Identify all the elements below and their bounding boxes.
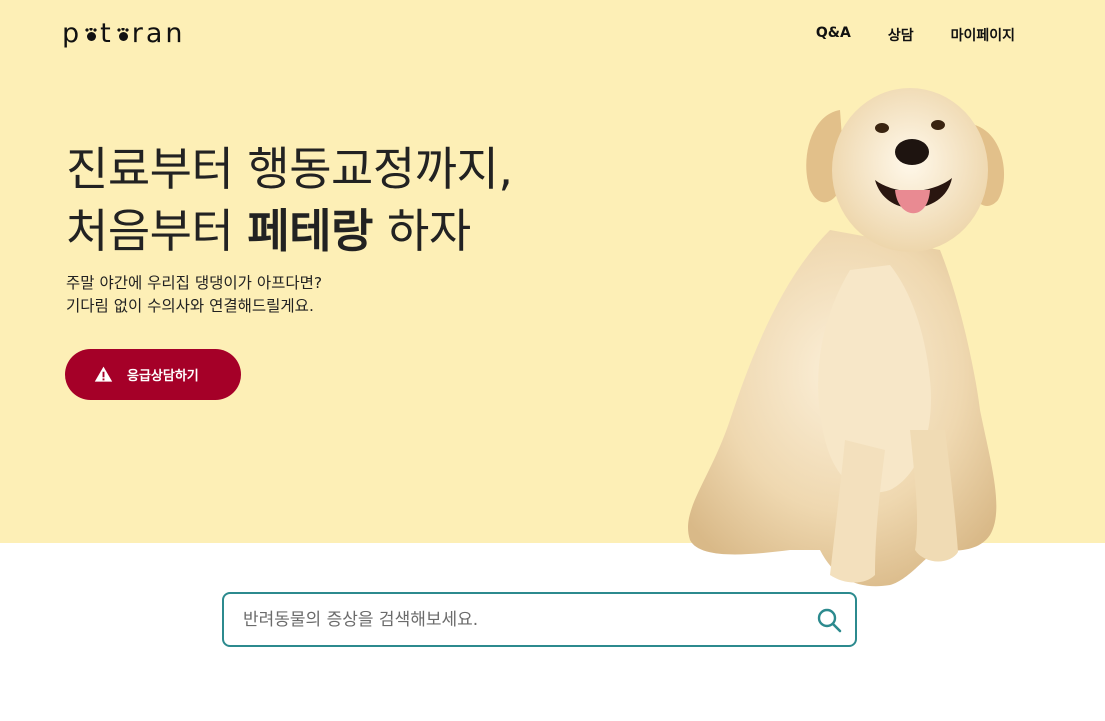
nav-item-qna[interactable]: Q&A <box>816 25 851 45</box>
paw-icon <box>84 27 98 42</box>
emergency-consult-label: 응급상담하기 <box>127 369 199 384</box>
headline-line1: 진료부터 행동교정까지, <box>66 142 513 196</box>
hero-headline: 진료부터 행동교정까지, 처음부터 페테랑 하자 <box>66 138 513 262</box>
search-button[interactable] <box>803 594 855 645</box>
main-nav: Q&A 상담 마이페이지 <box>816 25 1015 45</box>
hero-subtext: 주말 야간에 우리집 댕댕이가 아프다면? 기다림 없이 수의사와 연결해드릴게… <box>66 272 322 318</box>
headline-line2-suffix: 하자 <box>372 204 471 258</box>
emergency-consult-button[interactable]: 응급상담하기 <box>65 349 241 400</box>
logo[interactable]: p t ran <box>62 18 186 49</box>
golden-retriever-image <box>688 88 1005 587</box>
symptom-search-box <box>222 592 857 647</box>
search-icon <box>817 608 842 632</box>
headline-line2-prefix: 처음부터 <box>66 204 248 258</box>
paw-icon <box>116 27 130 42</box>
logo-text-ran: ran <box>131 18 186 49</box>
headline-brand: 페테랑 <box>247 204 373 258</box>
subtext-line1: 주말 야간에 우리집 댕댕이가 아프다면? <box>66 274 323 292</box>
nav-item-consult[interactable]: 상담 <box>888 25 914 45</box>
symptom-search-input[interactable] <box>224 594 803 645</box>
subtext-line2: 기다림 없이 수의사와 연결해드릴게요. <box>66 297 314 315</box>
logo-text-p: p <box>62 18 83 49</box>
warning-icon <box>94 366 113 382</box>
logo-text-t: t <box>100 18 114 49</box>
nav-item-mypage[interactable]: 마이페이지 <box>951 25 1015 45</box>
